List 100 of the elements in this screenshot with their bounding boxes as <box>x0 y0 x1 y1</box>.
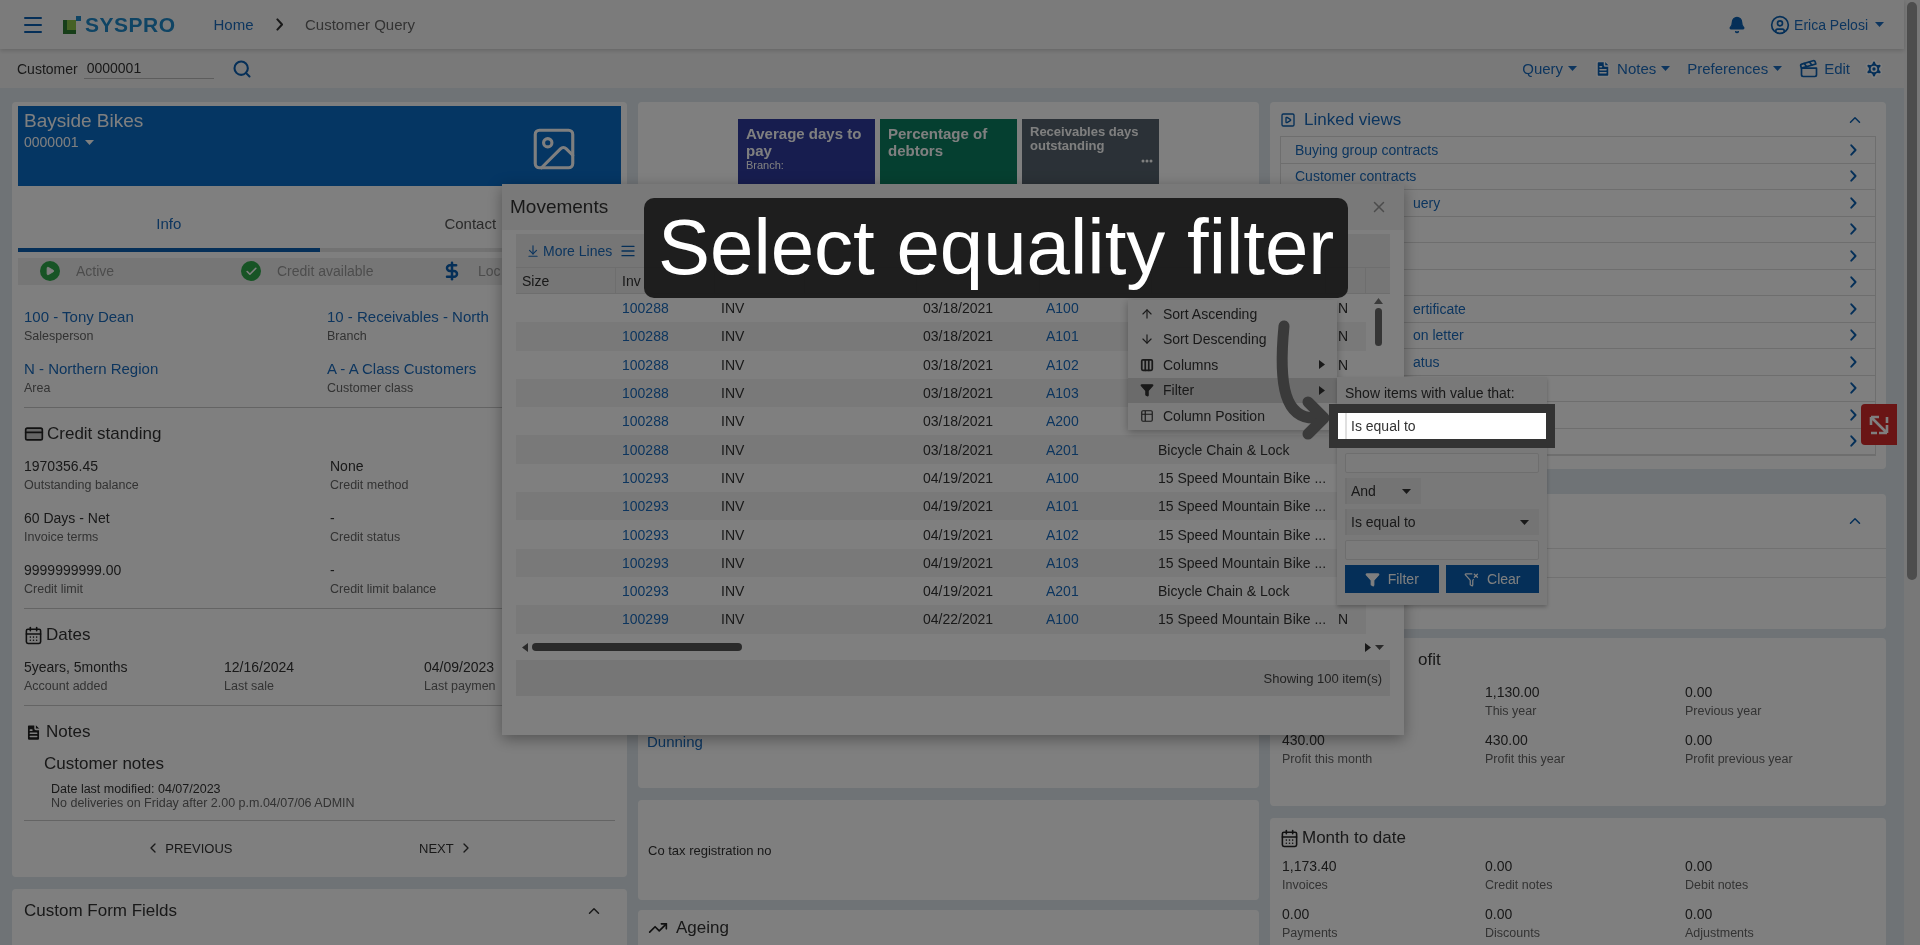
invoice-link[interactable]: 100288 <box>616 300 669 317</box>
invoice-link[interactable]: 100293 <box>616 498 669 515</box>
stock-code-link[interactable]: A103 <box>1040 554 1079 571</box>
linked-view-item[interactable]: Buying group contracts <box>1281 137 1875 164</box>
invoice-link[interactable]: 100299 <box>616 611 669 628</box>
panel-title: Month to date <box>1302 828 1406 848</box>
breadcrumb-link[interactable]: Home <box>213 16 254 33</box>
scroll-left-icon[interactable] <box>522 642 528 652</box>
notes-modified: Date last modified: 04/07/2023 <box>51 782 222 796</box>
table-cell-text: INV <box>720 526 745 543</box>
field-link[interactable]: N - Northern Region <box>24 359 327 379</box>
table-cell-text: INV <box>720 611 745 628</box>
stock-code-link[interactable]: A103 <box>1040 385 1079 402</box>
logo-mark-icon <box>63 15 81 34</box>
toolbar-action[interactable]: Edit <box>1799 58 1850 79</box>
invoice-link[interactable]: 100288 <box>616 413 669 430</box>
check-icon <box>241 261 261 282</box>
invoice-link[interactable]: 100293 <box>616 583 669 600</box>
dunning-link[interactable]: Dunning <box>647 733 1259 750</box>
previous-button[interactable]: PREVIOUS <box>139 839 239 857</box>
column-header[interactable]: Size <box>516 268 616 293</box>
table-cell-text: 15 Speed Mountain Bike ... <box>1157 469 1327 486</box>
clear-button[interactable]: Clear <box>1445 565 1539 593</box>
toolbar-action[interactable]: Notes <box>1594 59 1671 78</box>
stock-code-link[interactable]: A100 <box>1040 469 1079 486</box>
table-cell-text: 15 Speed Mountain Bike ... <box>1157 554 1327 571</box>
chevron-right-icon <box>1850 223 1857 236</box>
caret-icon <box>1568 66 1578 71</box>
invoice-link[interactable]: 100293 <box>616 526 669 543</box>
play-square-icon <box>1280 112 1296 128</box>
invoice-link[interactable]: 100288 <box>616 385 669 402</box>
stock-code-link[interactable]: A102 <box>1040 526 1079 543</box>
user-name[interactable]: Erica Pelosi <box>1794 16 1868 33</box>
chevron-right-icon <box>1850 302 1857 315</box>
floating-button[interactable] <box>1861 404 1897 445</box>
next-button[interactable]: NEXT <box>413 839 480 857</box>
menu-item[interactable]: Sort Ascending <box>1128 301 1337 327</box>
panel-title: Ageing <box>676 918 729 938</box>
stock-code-link[interactable]: A100 <box>1040 300 1079 317</box>
field-value: None <box>330 457 365 476</box>
customer-field[interactable]: 0000001 <box>83 58 214 79</box>
more-icon[interactable] <box>1141 159 1153 163</box>
invoice-link[interactable]: 100293 <box>616 554 669 571</box>
table-icon <box>1140 408 1154 423</box>
linked-view-label: atus <box>1413 353 1440 370</box>
stock-code-link[interactable]: A201 <box>1040 583 1079 600</box>
scrollbar-thumb[interactable] <box>532 643 742 651</box>
scrollbar-thumb[interactable] <box>1374 308 1382 346</box>
field-label: Branch <box>327 328 368 345</box>
customer-code[interactable]: 0000001 <box>24 134 79 150</box>
field-label: Credit status <box>330 529 402 546</box>
play-icon <box>40 261 60 282</box>
section-title: Notes <box>46 722 91 742</box>
chevron-right-icon <box>1850 355 1857 368</box>
invoice-link[interactable]: 100288 <box>616 441 669 458</box>
scrollbar-thumb[interactable] <box>1907 2 1917 580</box>
toolbar-action[interactable]: Preferences <box>1687 60 1783 77</box>
panel-title: Linked views <box>1304 110 1402 130</box>
toolbar-action[interactable]: Query <box>1522 60 1578 77</box>
chevron-right-icon <box>1850 408 1857 421</box>
field-label: Area <box>24 380 52 397</box>
filter-button[interactable]: Filter <box>1345 565 1439 593</box>
bell-icon[interactable] <box>1728 15 1747 34</box>
settings-icon[interactable] <box>1864 58 1884 79</box>
field-label: Debit notes <box>1685 877 1750 894</box>
download-icon <box>526 243 540 258</box>
caret-icon <box>1875 22 1884 27</box>
field-value: 1,173.40 <box>1282 857 1338 876</box>
field-value: - <box>330 561 336 580</box>
chevron-right-icon <box>1850 249 1857 262</box>
stock-code-link[interactable]: A200 <box>1040 413 1079 430</box>
menu-item[interactable]: Columns <box>1128 352 1337 378</box>
search-icon[interactable] <box>231 58 252 79</box>
invoice-link[interactable]: 100293 <box>616 469 669 486</box>
invoice-link[interactable]: 100288 <box>616 328 669 345</box>
stock-code-link[interactable]: A100 <box>1040 611 1079 628</box>
stock-code-link[interactable]: A102 <box>1040 356 1079 373</box>
table-cell-text: 15 Speed Mountain Bike ... <box>1157 498 1327 515</box>
field-label: Customer class <box>327 380 415 397</box>
stock-code-link[interactable]: A201 <box>1040 441 1079 458</box>
stock-code-link[interactable]: A101 <box>1040 328 1079 345</box>
condition-dropdown[interactable]: Is equal to <box>1345 509 1539 535</box>
invoice-link[interactable]: 100288 <box>616 356 669 373</box>
tax-label: Co tax registration no <box>648 842 773 858</box>
table-cell-text: 03/18/2021 <box>922 356 994 373</box>
stock-code-link[interactable]: A101 <box>1040 498 1079 515</box>
scroll-up-icon[interactable] <box>1373 298 1383 304</box>
chevron-right-icon <box>1850 170 1857 183</box>
logic-dropdown[interactable]: And <box>1345 478 1421 504</box>
funnel-icon <box>1140 383 1154 398</box>
field-label: Salesperson <box>24 328 95 345</box>
user-icon[interactable] <box>1770 14 1791 35</box>
field-link[interactable]: 100 - Tony Dean <box>24 307 327 327</box>
table-cell: N <box>1338 300 1349 317</box>
table-cell-text: 03/18/2021 <box>922 328 994 345</box>
caret-icon <box>1375 644 1384 650</box>
field-label: Outstanding balance <box>24 477 140 494</box>
chevron-right-icon <box>1850 435 1857 448</box>
field-value: 04/09/2023 <box>424 658 496 677</box>
tab[interactable]: Info <box>18 199 320 252</box>
